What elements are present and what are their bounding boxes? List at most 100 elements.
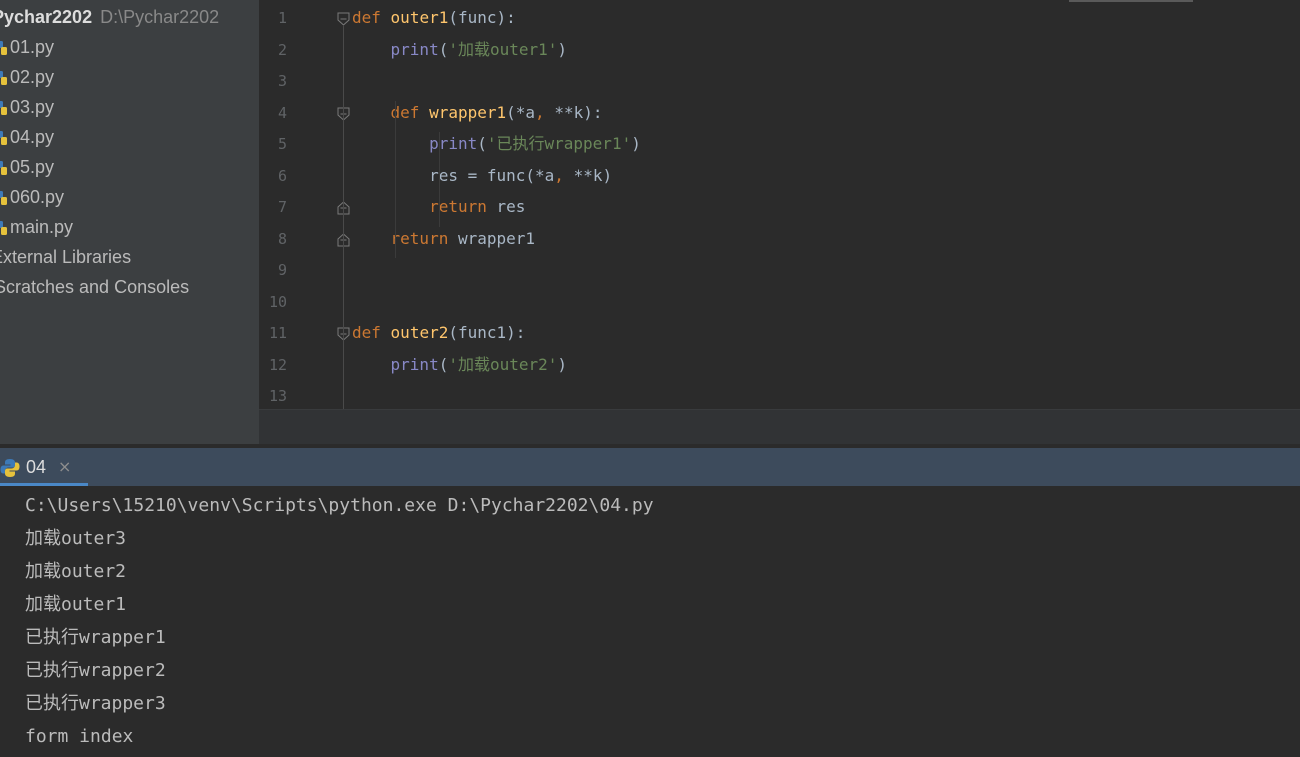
console-line: form index — [25, 726, 134, 747]
tree-file-item[interactable]: main.py — [0, 212, 73, 242]
line-number: 6 — [277, 166, 287, 185]
code-line: res = func(*a, **k) — [352, 162, 612, 190]
code-token: def — [352, 323, 381, 342]
code-token: (func): — [448, 8, 516, 27]
tree-node-label: External Libraries — [0, 247, 132, 267]
tree-node-item[interactable]: External Libraries — [0, 242, 131, 272]
line-number: 9 — [277, 261, 287, 279]
tree-file-label: 01.py — [10, 37, 55, 57]
code-token: ) — [557, 354, 568, 374]
indent-guide — [439, 132, 440, 227]
line-gutter: 1 2 3 4 5 6 7 8 9 10 11 12 13 — [259, 0, 350, 409]
line-number: 4 — [277, 103, 287, 122]
fold-connector — [343, 26, 344, 409]
line-number: 13 — [268, 387, 287, 405]
python-file-icon — [0, 71, 7, 85]
console-line: C:\Users\15210\venv\Scripts\python.exe D… — [25, 495, 654, 516]
code-token: outer2 — [390, 323, 449, 342]
python-file-icon — [0, 41, 7, 55]
code-token: ( — [438, 354, 449, 374]
code-token: outer1 — [390, 8, 449, 27]
tree-file-item[interactable]: 05.py — [0, 152, 54, 182]
fold-open-icon[interactable] — [337, 12, 350, 26]
code-line: return wrapper1 — [352, 225, 536, 253]
tree-file-item[interactable]: 01.py — [0, 32, 54, 62]
code-token: ( — [438, 39, 449, 59]
tree-file-label: 060.py — [10, 187, 65, 207]
console-line: 已执行wrapper1 — [25, 627, 166, 648]
horizontal-scrollbar[interactable] — [1069, 0, 1193, 2]
code-token: '加载outer2' — [448, 354, 558, 374]
code-token: def — [352, 8, 381, 27]
project-root[interactable]: Pychar2202 D:\Pychar2202 — [0, 2, 219, 32]
tree-file-label: 05.py — [10, 157, 55, 177]
console-line: 已执行wrapper2 — [25, 660, 166, 681]
console-line: 加载outer2 — [25, 561, 127, 582]
code-token: **k): — [544, 102, 603, 122]
python-file-icon — [0, 101, 7, 115]
code-line: print('加载outer1') — [352, 36, 568, 64]
code-line: def wrapper1(*a, **k): — [352, 99, 603, 127]
python-file-icon — [0, 161, 7, 175]
tree-file-label: main.py — [10, 217, 74, 237]
project-path: D:\Pychar2202 — [100, 7, 220, 27]
code-token: , — [554, 165, 564, 185]
code-token: res = func(*a — [352, 165, 555, 185]
code-token: '已执行wrapper1' — [486, 134, 632, 153]
python-file-icon — [0, 191, 7, 205]
code-token: return — [429, 197, 487, 216]
line-number: 11 — [268, 324, 287, 342]
run-tab[interactable]: 04 × — [0, 448, 88, 486]
code-token: ( — [477, 134, 487, 153]
python-file-icon — [0, 131, 7, 145]
tree-file-item[interactable]: 060.py — [0, 182, 64, 212]
code-line: print('加载outer2') — [352, 351, 568, 379]
python-run-icon — [0, 459, 20, 477]
run-tab-label: 04 — [26, 457, 47, 477]
console-line: 加载outer1 — [25, 594, 127, 615]
project-name: Pychar2202 — [0, 7, 93, 27]
tree-file-item[interactable]: 04.py — [0, 122, 54, 152]
line-number: 5 — [277, 135, 287, 153]
console-line: 加载outer3 — [25, 528, 127, 549]
close-icon[interactable]: × — [58, 448, 71, 486]
code-token: **k) — [563, 165, 613, 185]
code-token: res — [486, 197, 526, 216]
code-token: '加载outer1' — [448, 39, 558, 59]
run-tool-header: 04 × — [0, 448, 1300, 486]
line-number: 8 — [277, 229, 287, 248]
tree-file-item[interactable]: 03.py — [0, 92, 54, 122]
tree-file-label: 03.py — [10, 97, 55, 117]
line-number: 10 — [268, 292, 287, 311]
code-line: def outer2(func1): — [352, 319, 525, 347]
code-token: (func1): — [448, 323, 526, 342]
line-number: 12 — [268, 355, 287, 374]
code-token: ) — [557, 39, 568, 59]
code-editor[interactable]: 1 2 3 4 5 6 7 8 9 10 11 12 13 def outer1(func): prin… — [259, 0, 1300, 409]
line-number: 3 — [277, 72, 287, 90]
code-token: , — [535, 102, 545, 122]
code-token: print — [390, 354, 439, 374]
run-console[interactable]: C:\Users\15210\venv\Scripts\python.exe D… — [0, 486, 1300, 757]
tree-file-item[interactable]: 02.py — [0, 62, 54, 92]
code-token: print — [390, 39, 439, 59]
code-token: wrapper1 — [448, 228, 536, 248]
tree-node-item[interactable]: Scratches and Consoles — [0, 272, 189, 302]
tree-file-label: 04.py — [10, 127, 55, 147]
line-number: 2 — [277, 40, 287, 59]
console-line: 已执行wrapper3 — [25, 693, 166, 714]
indent-guide — [395, 100, 396, 258]
project-sidebar: Pychar2202 D:\Pychar2202 01.py 02.py 03.py 0… — [0, 0, 259, 444]
python-file-icon — [0, 221, 7, 235]
tree-node-label: Scratches and Consoles — [0, 277, 190, 297]
code-token: (*a — [506, 102, 536, 122]
